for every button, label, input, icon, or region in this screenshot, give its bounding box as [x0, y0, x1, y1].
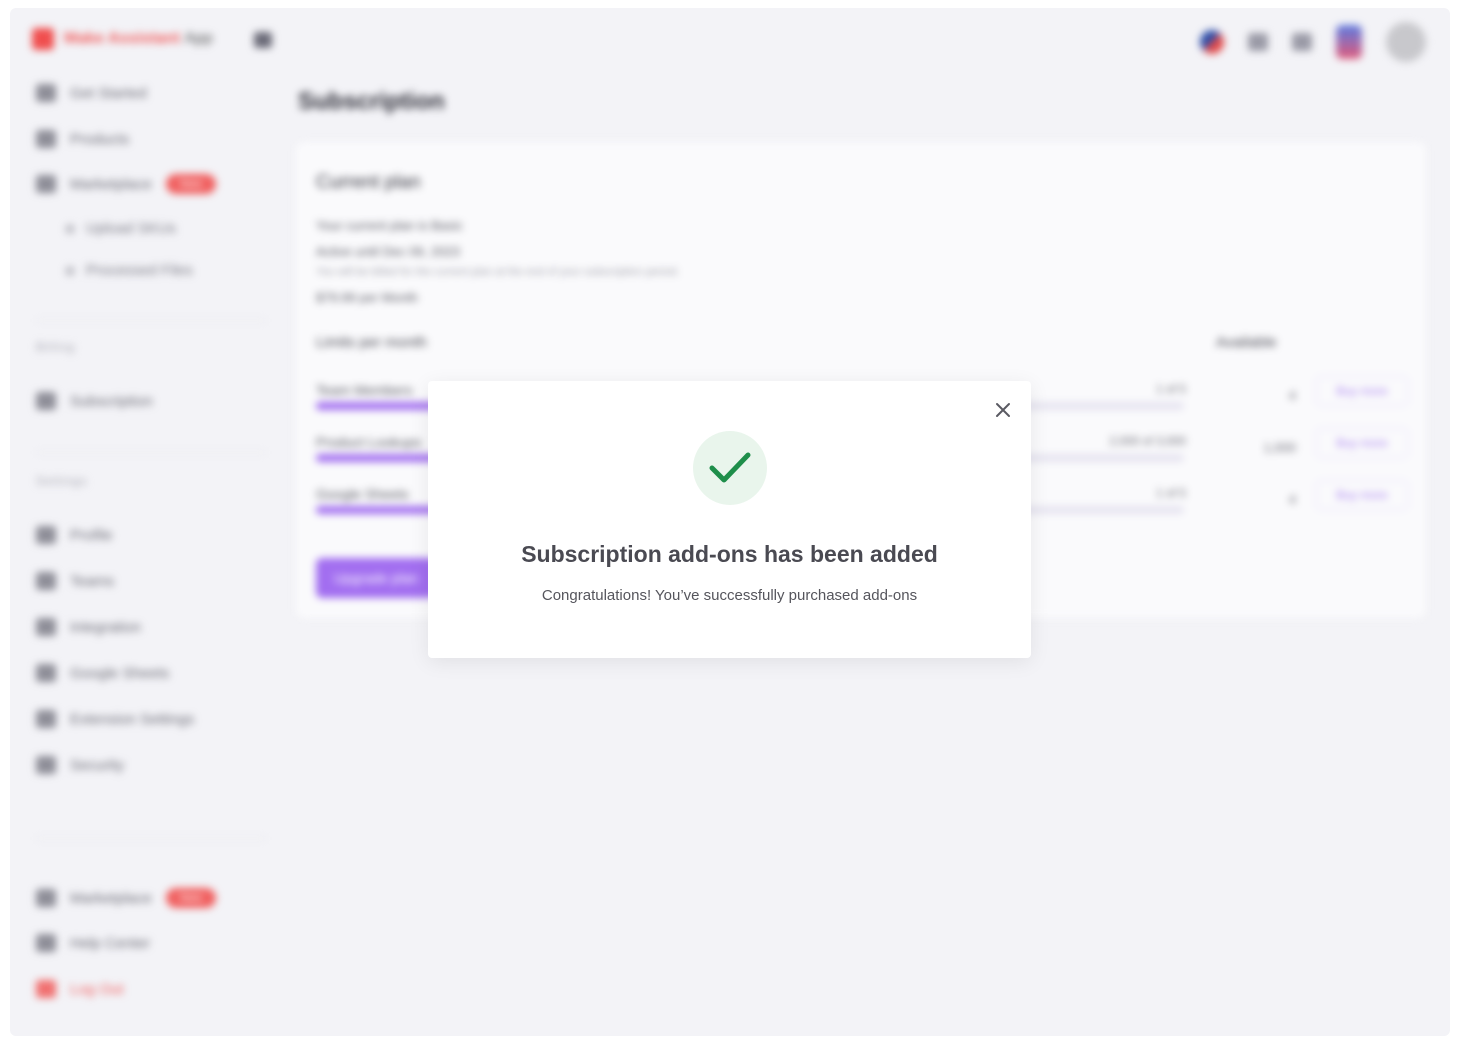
modal-message: Congratulations! You’ve successfully pur…	[541, 587, 918, 604]
modal-title: Subscription add-ons has been added	[521, 541, 938, 567]
modal-overlay: Subscription add-ons has been added Cong…	[0, 0, 1460, 1044]
close-icon	[996, 403, 1010, 417]
success-badge	[693, 431, 767, 505]
close-button[interactable]	[992, 399, 1014, 421]
checkmark-icon	[709, 452, 751, 483]
success-modal: Subscription add-ons has been added Cong…	[428, 381, 1031, 658]
